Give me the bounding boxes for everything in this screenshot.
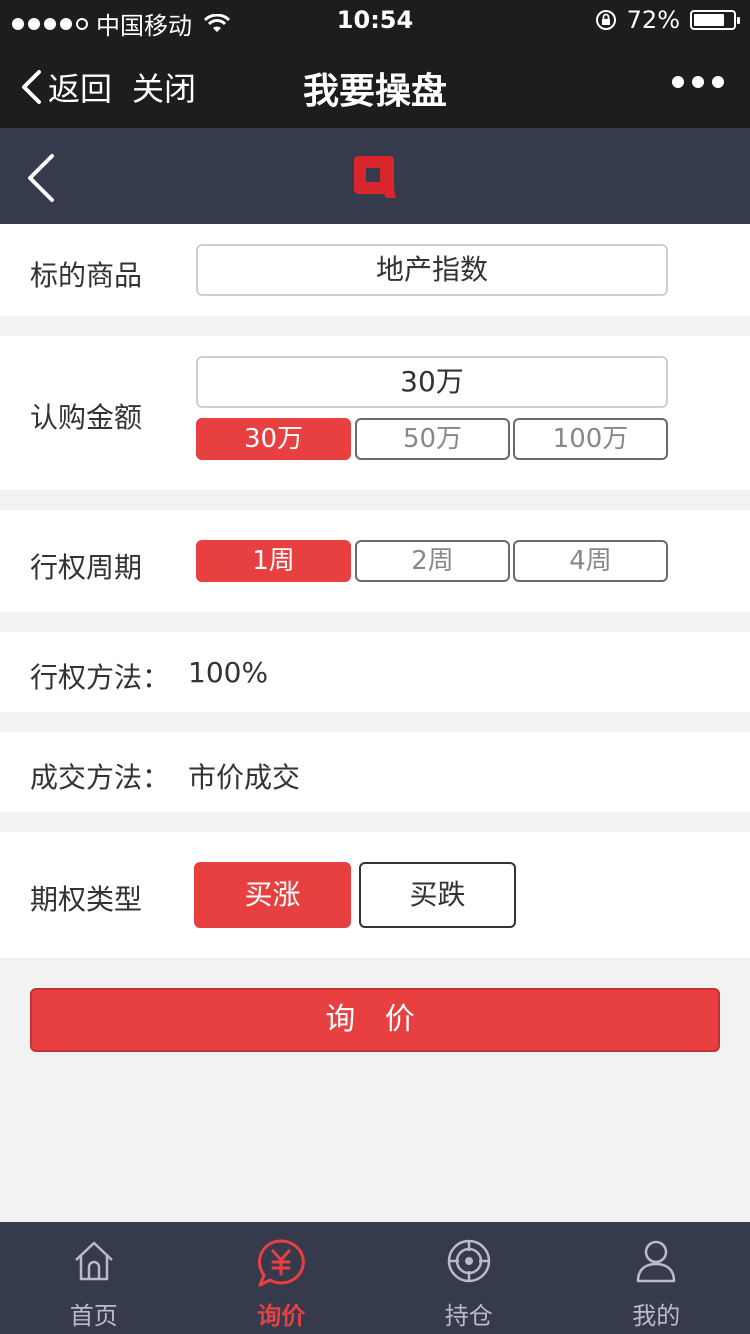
exercise-value: 100% bbox=[188, 656, 269, 689]
period-option-1w[interactable]: 1周 bbox=[196, 540, 351, 582]
inquire-button[interactable]: 询 价 bbox=[30, 988, 720, 1052]
logo-icon bbox=[354, 156, 396, 198]
amount-option-100[interactable]: 100万 bbox=[513, 418, 668, 460]
status-bar: 中国移动 10:54 72% bbox=[0, 0, 750, 40]
tab-home-label: 首页 bbox=[69, 1302, 118, 1330]
buy-up-button[interactable]: 买涨 bbox=[194, 862, 351, 928]
tab-inquiry-label: 询价 bbox=[257, 1302, 306, 1330]
underlying-row: 标的商品 地产指数 bbox=[0, 224, 750, 316]
exercise-row: 行权方法： 100% bbox=[0, 632, 750, 712]
underlying-label: 标的商品 bbox=[30, 259, 143, 292]
deal-label: 成交方法： bbox=[30, 761, 171, 794]
battery-percent: 72% bbox=[626, 6, 680, 34]
tab-bar: 首页 询价 持仓 我的 bbox=[0, 1222, 750, 1334]
more-menu-button[interactable] bbox=[672, 76, 724, 88]
rotation-lock-icon bbox=[595, 10, 616, 30]
tab-mine-label: 我的 bbox=[632, 1302, 681, 1330]
nav-bar: 返回 关闭 我要操盘 bbox=[0, 40, 750, 128]
amount-option-50[interactable]: 50万 bbox=[355, 418, 510, 460]
yuan-chat-icon bbox=[258, 1239, 306, 1287]
buy-down-button[interactable]: 买跌 bbox=[359, 862, 516, 928]
option-type-row: 期权类型 买涨 买跌 bbox=[0, 832, 750, 958]
option-type-label: 期权类型 bbox=[30, 883, 143, 916]
tab-home[interactable]: 首页 bbox=[0, 1222, 188, 1334]
tab-positions-label: 持仓 bbox=[444, 1302, 493, 1330]
amount-row: 认购金额 30万 30万 50万 100万 bbox=[0, 336, 750, 490]
exercise-label: 行权方法： bbox=[30, 661, 171, 694]
period-option-4w[interactable]: 4周 bbox=[513, 540, 668, 582]
period-option-2w[interactable]: 2周 bbox=[355, 540, 510, 582]
app-header bbox=[0, 128, 750, 224]
underlying-field[interactable]: 地产指数 bbox=[196, 244, 668, 296]
tab-mine[interactable]: 我的 bbox=[563, 1222, 750, 1334]
back-arrow-icon[interactable] bbox=[22, 152, 56, 204]
home-icon bbox=[74, 1241, 113, 1281]
target-icon bbox=[447, 1239, 490, 1283]
user-icon bbox=[637, 1240, 676, 1283]
deal-row: 成交方法： 市价成交 bbox=[0, 732, 750, 812]
page-title: 我要操盘 bbox=[302, 71, 447, 112]
tab-inquiry[interactable]: 询价 bbox=[188, 1222, 376, 1334]
period-label: 行权周期 bbox=[30, 551, 143, 584]
amount-label: 认购金额 bbox=[30, 401, 143, 434]
tab-positions[interactable]: 持仓 bbox=[375, 1222, 563, 1334]
amount-option-30[interactable]: 30万 bbox=[196, 418, 351, 460]
amount-field[interactable]: 30万 bbox=[196, 356, 668, 408]
period-row: 行权周期 1周 2周 4周 bbox=[0, 510, 750, 612]
battery-icon bbox=[690, 10, 740, 30]
deal-value: 市价成交 bbox=[188, 761, 301, 794]
